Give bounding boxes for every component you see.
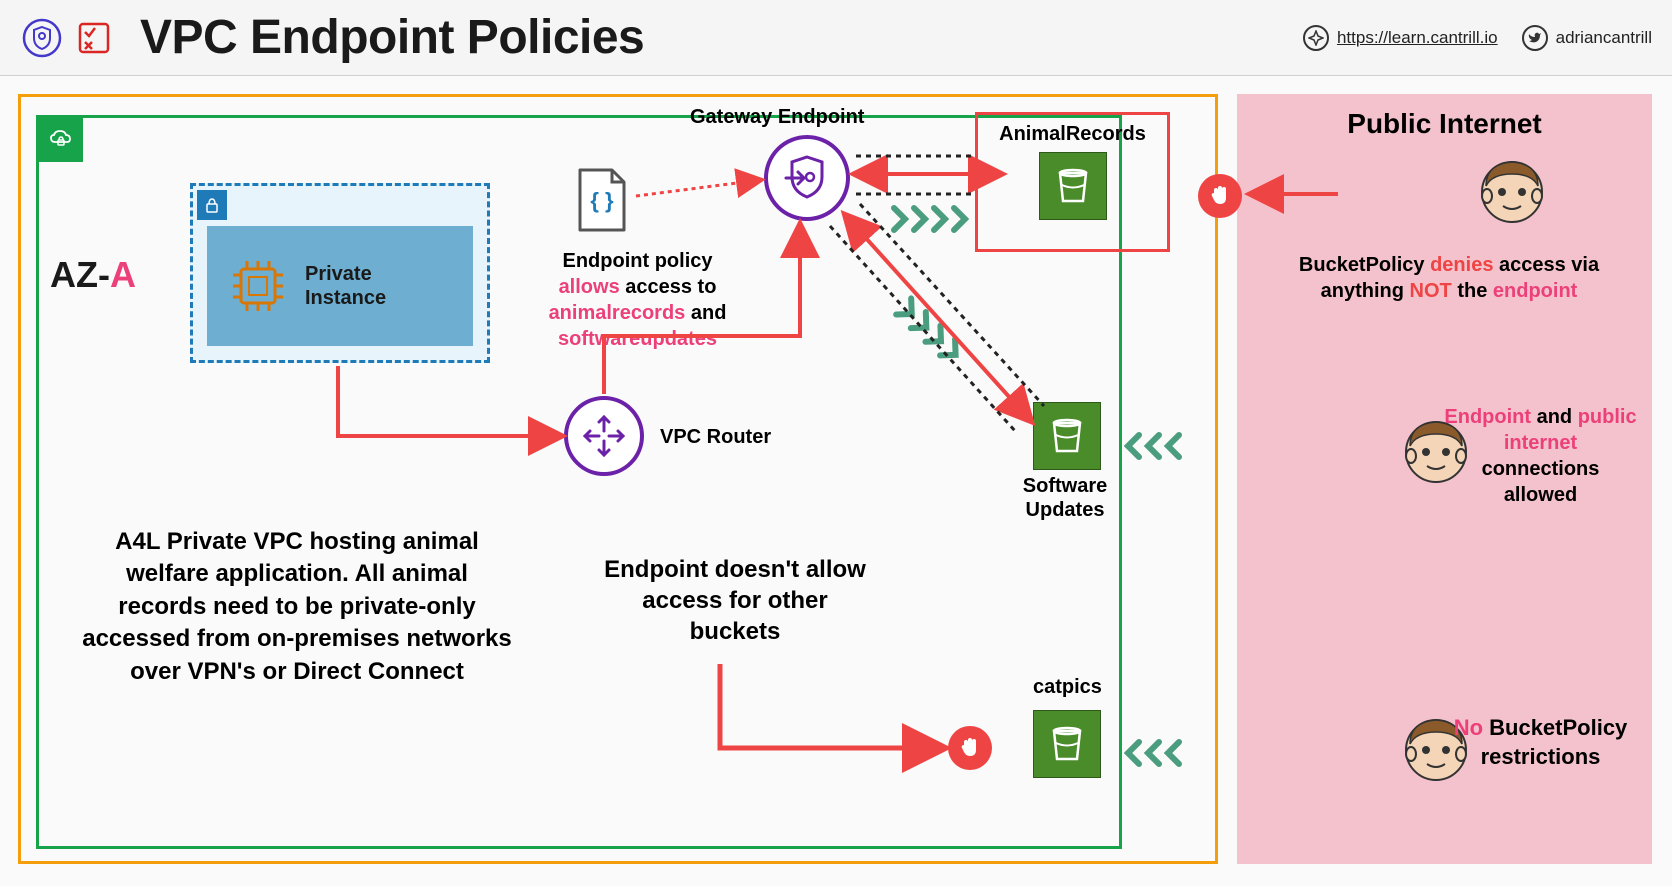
policy-text: Endpoint policy allows access to animalr… (530, 248, 745, 352)
user2-text: Endpoint and public internet connections… (1443, 404, 1638, 508)
chevrons-left-icon (1124, 431, 1194, 461)
svg-text:{ }: { } (590, 188, 614, 213)
instance: Private Instance (207, 226, 473, 346)
header-icons (20, 16, 116, 60)
software-updates-label: Software Updates (1015, 474, 1115, 522)
header: VPC Endpoint Policies https://learn.cant… (0, 0, 1672, 76)
gateway-label: Gateway Endpoint (690, 106, 864, 129)
endpoint-deny-text: Endpoint doesn't allow access for other … (600, 554, 870, 648)
animal-records-label: AnimalRecords (986, 123, 1159, 146)
s3-bucket-icon (1039, 152, 1107, 220)
policy-doc-icon: { } (572, 166, 632, 236)
lock-icon (197, 190, 227, 220)
router-label: VPC Router (660, 426, 771, 449)
cloud-lock-icon (39, 118, 83, 162)
site-url[interactable]: https://learn.cantrill.io (1337, 28, 1498, 48)
animal-records-box: AnimalRecords (975, 112, 1170, 252)
stop-hand-icon (948, 726, 992, 770)
user1-text: BucketPolicy denies access via anything … (1264, 252, 1634, 304)
chevrons-right-icon (890, 204, 970, 234)
instance-label: Private Instance (305, 262, 457, 310)
chevrons-left-icon (1124, 738, 1194, 768)
stop-hand-icon (1198, 174, 1242, 218)
twitter-icon (1522, 25, 1548, 51)
cpu-icon (223, 251, 293, 321)
s3-bucket-icon (1033, 402, 1101, 470)
vpc-description: A4L Private VPC hosting animal welfare a… (82, 526, 512, 688)
catpics-label: catpics (1033, 676, 1102, 699)
shield-logo-icon (20, 16, 64, 60)
private-subnet: Private Instance (190, 183, 490, 363)
twitter-handle: adriancantrill (1556, 28, 1652, 48)
user3-text: No BucketPolicy restrictions (1443, 714, 1638, 771)
twitter-link[interactable]: adriancantrill (1522, 25, 1652, 51)
site-link[interactable]: https://learn.cantrill.io (1303, 25, 1498, 51)
page-title: VPC Endpoint Policies (140, 10, 644, 65)
gateway-endpoint-icon (764, 135, 850, 221)
compass-icon (1303, 25, 1329, 51)
user-face-icon (1476, 156, 1548, 228)
az-label: AZ-A (50, 254, 136, 296)
s3-bucket-icon (1033, 710, 1101, 778)
diagram-canvas: AZ-A Private Instance { } Endpoint polic… (0, 76, 1672, 876)
vpc-router-icon (564, 396, 644, 476)
public-internet-title: Public Internet (1237, 94, 1652, 146)
checklist-icon (72, 16, 116, 60)
